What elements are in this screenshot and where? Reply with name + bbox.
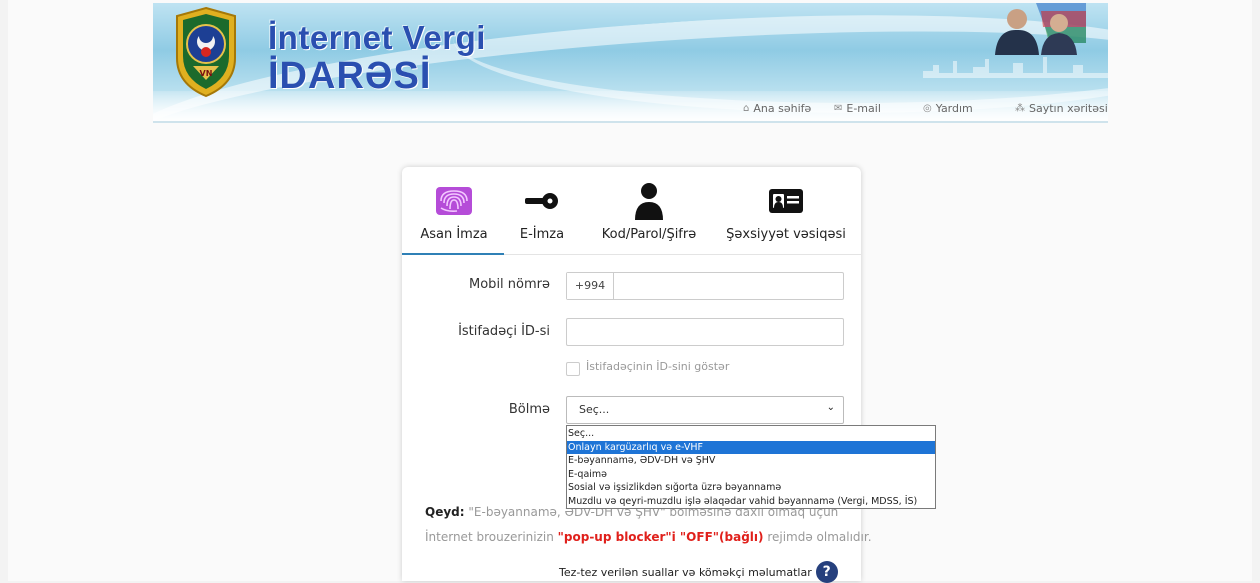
fingerprint-sim-icon [436, 187, 472, 215]
section-dropdown-list: Seç... Onlayn kargüzarlıq və e-VHF E-bəy… [566, 425, 936, 509]
ministry-emblem-logo: VN [176, 6, 236, 98]
user-icon [635, 183, 663, 220]
dropdown-option[interactable]: E-qaimə [567, 468, 935, 482]
chevron-down-icon: ⌄ [826, 402, 835, 413]
dropdown-option-highlighted[interactable]: Onlayn kargüzarlıq və e-VHF [567, 440, 935, 455]
question-icon: ? [815, 561, 838, 583]
nav-sitemap-label: Saytın xəritəsi [1029, 102, 1108, 115]
nav-sitemap[interactable]: ⁂ Saytın xəritəsi [1015, 102, 1108, 115]
nav-help-label: Yardım [935, 102, 973, 115]
site-title-line2: İDARƏSİ [268, 55, 432, 97]
note-line2-end: rejimdə olmalıdır. [763, 530, 872, 544]
show-user-id-checkbox[interactable] [566, 362, 580, 376]
user-id-label: İstifadəçi İD-si [458, 324, 550, 339]
active-tab-indicator [402, 253, 504, 255]
login-card: Asan İmza E-İmza Kod/Parol/Şifrə Şəxsiyy… [402, 167, 872, 583]
faq-link-label: Tez-tez verilən suallar və köməkçi məlum… [559, 565, 812, 579]
note-prefix: Qeyd: [425, 505, 465, 519]
country-code-prefix: +994 [567, 273, 614, 299]
nav-home-label: Ana səhifə [753, 102, 812, 115]
section-select[interactable]: Seç... ⌄ [566, 396, 844, 424]
section-select-value: Seç... [579, 403, 610, 416]
tab-kod-parol[interactable]: Kod/Parol/Şifrə [594, 181, 704, 242]
nav-email[interactable]: ✉ E-mail [834, 102, 881, 115]
tab-sexsiyyet-vesiqesi[interactable]: Şəxsiyyət vəsiqəsi [724, 181, 848, 242]
tab-asan-imza[interactable]: Asan İmza [416, 181, 492, 242]
mobile-number-label: Mobil nömrə [469, 277, 550, 292]
section-label: Bölmə [508, 402, 550, 417]
nav-help[interactable]: ◎ Yardım [923, 102, 973, 115]
sitemap-icon: ⁂ [1015, 103, 1025, 114]
tab-kod-parol-label: Kod/Parol/Şifrə [601, 227, 697, 242]
mail-icon: ✉ [834, 103, 843, 114]
top-navigation: ⌂ Ana səhifə ✉ E-mail ◎ Yardım ⁂ Saytın … [153, 100, 1108, 120]
key-icon [525, 193, 558, 209]
dropdown-option[interactable]: E-bəyannamə, ƏDV-DH və ŞHV [567, 454, 935, 468]
dropdown-option[interactable]: Seç... [567, 427, 935, 441]
tab-sexsiyyet-vesiqesi-label: Şəxsiyyət vəsiqəsi [726, 227, 846, 242]
svg-text:VN: VN [200, 69, 213, 78]
login-method-tabs: Asan İmza E-İmza Kod/Parol/Şifrə Şəxsiyy… [402, 167, 861, 255]
user-id-input[interactable] [566, 318, 844, 346]
note-line2-start: İnternet brouzerinizin [425, 530, 558, 544]
home-icon: ⌂ [743, 103, 750, 114]
city-skyline-graphic [923, 57, 1108, 78]
tab-asan-imza-label: Asan İmza [420, 227, 488, 242]
nav-home[interactable]: ⌂ Ana səhifə [743, 102, 811, 115]
nav-email-label: E-mail [846, 102, 881, 115]
site-title-line1: İnternet Vergi [268, 19, 486, 56]
tab-e-imza[interactable]: E-İmza [514, 181, 570, 242]
tab-e-imza-label: E-İmza [519, 227, 565, 242]
faq-link[interactable]: Tez-tez verilən suallar və köməkçi məlum… [559, 561, 838, 583]
officials-portrait-image [995, 3, 1086, 55]
note-line-2: İnternet brouzerinizin "pop-up blocker"i… [425, 530, 872, 544]
dropdown-option[interactable]: Muzdlu və qeyri-muzdlu işlə əlaqədar vah… [567, 495, 935, 509]
help-icon: ◎ [923, 103, 932, 114]
dropdown-option[interactable]: Sosial və işsizlikdən sığorta üzrə bəyan… [567, 481, 935, 495]
show-user-id-label: İstifadəçinin İD-sini göstər [586, 360, 730, 373]
note-line2-warning: "pop-up blocker"i "OFF"(bağlı) [557, 530, 764, 544]
header-banner: VN İnternet Vergi İDARƏSİ ⌂ Ana səhifə ✉… [153, 3, 1108, 123]
mobile-number-field[interactable]: +994 [566, 272, 844, 300]
id-card-icon [769, 189, 803, 213]
